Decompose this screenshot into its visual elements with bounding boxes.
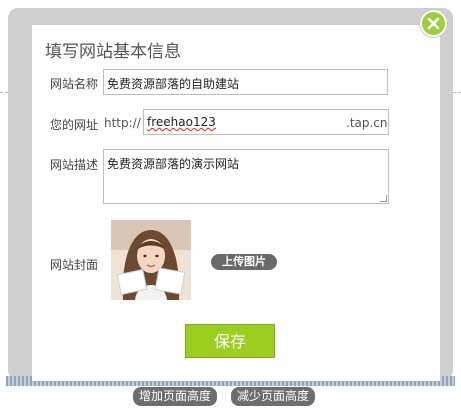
site-name-label: 网站名称	[50, 77, 99, 91]
close-button[interactable]	[420, 10, 447, 37]
site-cover-image	[111, 220, 191, 300]
site-name-input[interactable]: 免费资源部落的自助建站	[103, 69, 388, 95]
save-button[interactable]: 保存	[185, 324, 275, 358]
site-url-prefix: http://	[104, 116, 141, 130]
site-cover-label: 网站封面	[50, 258, 99, 272]
decrease-height-button[interactable]: 减少页面高度	[231, 387, 316, 406]
page-height-controls: 增加页面高度 减少页面高度	[133, 387, 316, 406]
increase-height-button[interactable]: 增加页面高度	[133, 387, 218, 406]
site-url-value: freehao123	[147, 115, 216, 129]
dialog-title: 填写网站基本信息	[45, 42, 181, 62]
site-desc-textarea[interactable]: 免费资源部落的演示网站	[103, 149, 389, 204]
textarea-resize-handle[interactable]	[380, 195, 387, 202]
site-desc-value: 免费资源部落的演示网站	[107, 157, 240, 171]
site-name-value: 免费资源部落的自助建站	[107, 77, 240, 91]
upload-image-button[interactable]: 上传图片	[211, 254, 277, 270]
site-url-label: 您的网址	[50, 118, 99, 132]
site-url-suffix: .tap.cn	[346, 116, 388, 130]
site-desc-label: 网站描述	[50, 158, 99, 172]
close-icon	[427, 17, 440, 30]
